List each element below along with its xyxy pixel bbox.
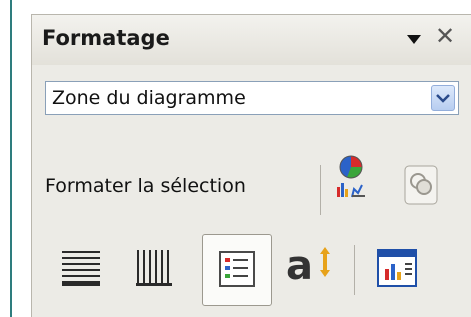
svg-text:a: a [286, 243, 313, 289]
chevron-down-icon[interactable] [431, 85, 455, 111]
dropdown-arrow-icon[interactable] [407, 35, 421, 44]
formatting-panel: Formatage ✕ Zone du diagramme Formater l… [31, 14, 471, 317]
legend-button[interactable] [202, 234, 272, 306]
format-selection-label: Formater la sélection [45, 175, 246, 197]
chart-element-select-value: Zone du diagramme [52, 87, 246, 109]
chart-format-icon[interactable] [334, 153, 368, 203]
legend-icon [219, 251, 255, 291]
title-text-icon[interactable]: a [286, 241, 334, 293]
toolbar-separator [320, 165, 321, 215]
close-icon[interactable]: ✕ [435, 24, 455, 48]
toolbar-separator [354, 245, 355, 295]
vertical-grid-icon[interactable] [136, 250, 172, 290]
panel-titlebar: Formatage ✕ [32, 15, 471, 65]
data-table-icon[interactable] [377, 249, 417, 291]
horizontal-grid-icon[interactable] [62, 250, 100, 290]
chart-element-select[interactable]: Zone du diagramme [45, 81, 459, 115]
panel-title: Formatage [42, 26, 170, 50]
left-border-rule [10, 0, 12, 317]
copy-format-icon[interactable] [404, 165, 438, 209]
